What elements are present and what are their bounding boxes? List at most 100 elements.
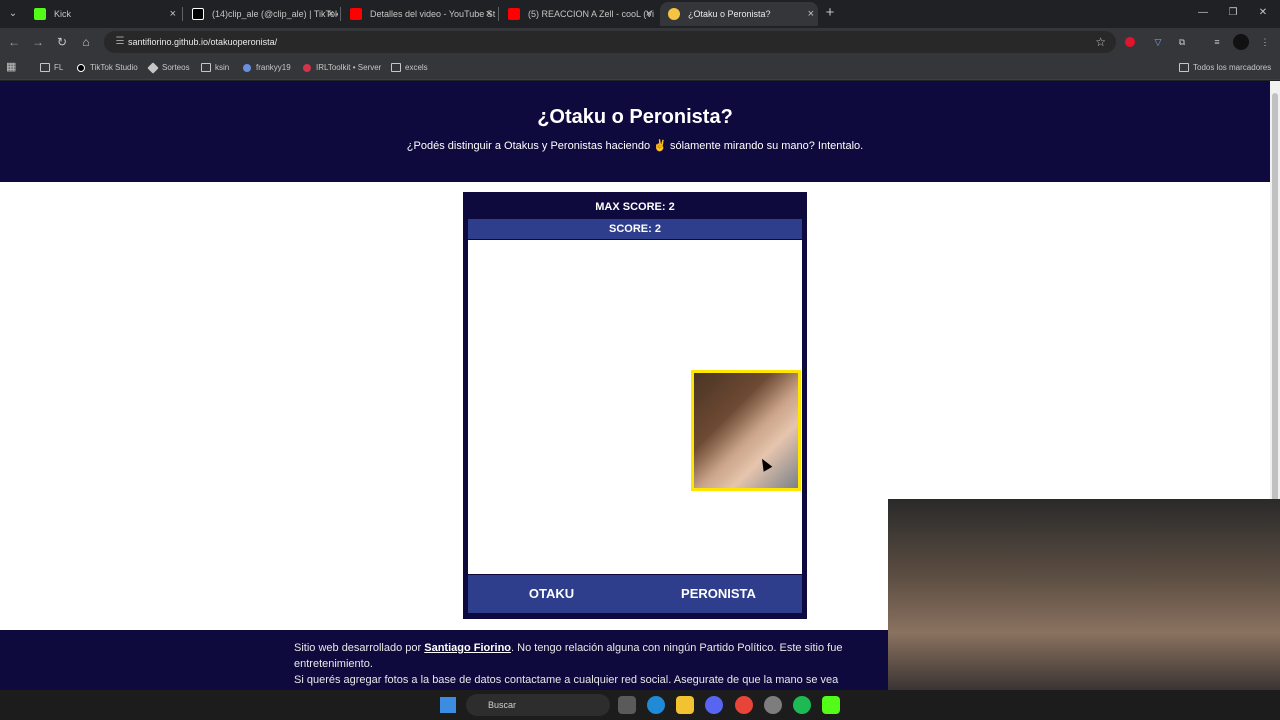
peace-hand-favicon-icon — [668, 8, 680, 20]
footer-text: . No tengo relación alguna con ningún Pa… — [511, 642, 843, 654]
kick-icon[interactable] — [822, 696, 840, 714]
otaku-button[interactable]: OTAKU — [468, 575, 635, 613]
bookmark-label: Todos los marcadores — [1193, 63, 1272, 72]
windows-start-icon[interactable] — [440, 697, 456, 713]
profile-icon — [243, 64, 251, 72]
bookmark-ksin[interactable]: ksin — [201, 60, 229, 76]
kick-favicon-icon — [34, 8, 46, 20]
folder-icon — [391, 63, 401, 72]
tab-youtube-studio[interactable]: Detalles del video - YouTube St × — [342, 2, 496, 26]
task-view-icon[interactable] — [618, 696, 636, 714]
tab-label: Detalles del video - YouTube St — [370, 9, 496, 19]
bookmark-star-icon[interactable]: ☆ — [1095, 31, 1106, 53]
folder-icon — [1179, 63, 1189, 72]
diamond-icon — [147, 62, 159, 74]
tab-label: (14)clip_ale (@clip_ale) | TikTok — [212, 9, 338, 19]
new-tab-icon[interactable]: + — [822, 3, 838, 23]
answer-buttons: OTAKU PERONISTA — [468, 575, 802, 613]
all-bookmarks[interactable]: Todos los marcadores — [1179, 60, 1271, 76]
folder-icon — [40, 63, 50, 72]
close-icon[interactable]: × — [328, 2, 334, 26]
tab-search-icon[interactable]: ⌄ — [4, 5, 22, 23]
site-info-icon[interactable]: ☰ — [112, 34, 128, 50]
footer-line-3: Si querés agregar fotos a la base de dat… — [294, 674, 839, 686]
close-icon[interactable]: × — [170, 2, 176, 26]
bookmark-fl[interactable]: FL — [40, 60, 63, 76]
footer-line-2: entretenimiento. — [294, 658, 373, 670]
extension-filter-icon[interactable]: ▽ — [1150, 34, 1166, 50]
tab-divider — [340, 7, 341, 21]
tab-youtube-video[interactable]: (5) REACCION A Zell - cooL (Vi × — [500, 2, 656, 26]
bookmarks-bar: ▦ FL TikTok Studio Sorteos ksin frankyy1… — [0, 56, 1280, 80]
tab-divider — [498, 7, 499, 21]
minimize-icon[interactable]: — — [1188, 4, 1218, 22]
file-explorer-icon[interactable] — [676, 696, 694, 714]
page-subtitle: ¿Podés distinguir a Otakus y Peronistas … — [406, 140, 864, 152]
bookmark-label: Sorteos — [162, 63, 190, 72]
youtube-favicon-icon — [350, 8, 362, 20]
close-icon[interactable]: × — [808, 2, 814, 26]
tab-divider — [182, 7, 183, 21]
extension-red-icon[interactable] — [1125, 37, 1135, 47]
windows-taskbar: Buscar — [0, 690, 1280, 720]
forward-icon[interactable]: → — [28, 32, 48, 52]
current-score: SCORE: 2 — [468, 219, 802, 239]
max-score: MAX SCORE: 2 — [595, 201, 675, 213]
tab-strip: ⌄ Kick × (14)clip_ale (@clip_ale) | TikT… — [0, 0, 1280, 28]
youtube-favicon-icon — [508, 8, 520, 20]
extensions-puzzle-icon[interactable]: ⧉ — [1174, 34, 1190, 50]
tab-tiktok[interactable]: (14)clip_ale (@clip_ale) | TikTok × — [184, 2, 338, 26]
bookmark-irltoolkit[interactable]: IRLToolkit • Server — [302, 60, 381, 76]
game-arena — [468, 240, 802, 574]
back-icon[interactable]: ← — [4, 32, 24, 52]
peronista-button[interactable]: PERONISTA — [635, 575, 802, 613]
search-label: Buscar — [488, 700, 517, 710]
menu-kebab-icon[interactable]: ⋮ — [1257, 34, 1273, 50]
settings-gear-icon[interactable] — [764, 696, 782, 714]
webcam-overlay — [888, 499, 1280, 690]
home-icon[interactable]: ⌂ — [76, 32, 96, 52]
tab-otaku-peronista[interactable]: ¿Otaku o Peronista? × — [660, 2, 818, 26]
address-bar[interactable]: ☰ santifiorino.github.io/otakuoperonista… — [104, 31, 1116, 53]
irltoolkit-icon — [303, 64, 311, 72]
footer-text: Sitio web desarrollado por — [294, 642, 425, 654]
chrome-icon[interactable] — [735, 696, 753, 714]
tab-label: Kick — [54, 9, 72, 19]
apps-grid-icon[interactable]: ▦ — [6, 59, 16, 75]
spotify-icon[interactable] — [793, 696, 811, 714]
tiktok-favicon-icon — [192, 8, 204, 20]
edge-icon[interactable] — [647, 696, 665, 714]
bookmark-label: FL — [54, 63, 64, 72]
tab-label: (5) REACCION A Zell - cooL (Vi — [528, 9, 655, 19]
bookmark-label: TikTok Studio — [90, 63, 138, 72]
author-link[interactable]: Santiago Fiorino — [424, 642, 511, 654]
hand-photo[interactable] — [691, 370, 801, 491]
game-panel: MAX SCORE: 2 SCORE: 2 OTAKU PERONISTA — [463, 192, 807, 619]
reload-icon[interactable]: ↻ — [52, 32, 72, 52]
bookmark-label: ksin — [215, 63, 230, 72]
page-title: ¿Otaku o Peronista? — [537, 106, 733, 128]
close-icon[interactable]: × — [646, 2, 652, 26]
bookmark-label: excels — [405, 63, 428, 72]
bookmark-sorteos[interactable]: Sorteos — [147, 60, 190, 76]
bookmark-label: frankyy19 — [256, 63, 291, 72]
bookmark-label: IRLToolkit • Server — [316, 63, 382, 72]
tiktok-icon — [77, 64, 85, 72]
bookmark-tiktok-studio[interactable]: TikTok Studio — [76, 60, 138, 76]
footer-line-1: Sitio web desarrollado por Santiago Fior… — [294, 640, 894, 656]
taskbar-search[interactable]: Buscar — [466, 694, 610, 716]
restore-icon[interactable]: ❐ — [1218, 4, 1248, 22]
tab-kick[interactable]: Kick × — [26, 2, 180, 26]
close-icon[interactable]: × — [486, 2, 492, 26]
bookmark-frankyy19[interactable]: frankyy19 — [242, 60, 291, 76]
url-text[interactable]: santifiorino.github.io/otakuoperonista/ — [128, 31, 277, 53]
profile-avatar[interactable] — [1233, 34, 1249, 50]
close-window-icon[interactable]: ✕ — [1248, 4, 1278, 22]
reading-list-icon[interactable]: ≡ — [1209, 34, 1225, 50]
tab-label: ¿Otaku o Peronista? — [688, 9, 771, 19]
folder-icon — [201, 63, 211, 72]
discord-icon[interactable] — [705, 696, 723, 714]
bookmark-excels[interactable]: excels — [391, 60, 428, 76]
page-header: ¿Otaku o Peronista? ¿Podés distinguir a … — [0, 81, 1270, 182]
browser-toolbar: ← → ↻ ⌂ ☰ santifiorino.github.io/otakuop… — [0, 28, 1280, 56]
